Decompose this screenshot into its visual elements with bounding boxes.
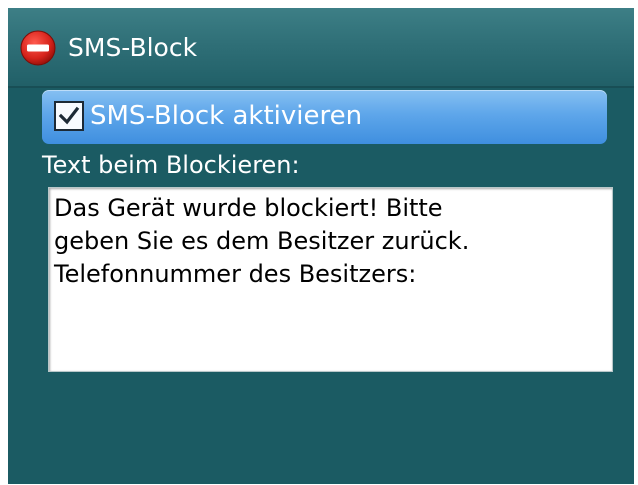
block-text-field[interactable]: Das Gerät wurde blockiert! Bitte geben S… bbox=[48, 187, 613, 372]
block-text-line: Telefonnummer des Besitzers: bbox=[54, 260, 417, 288]
app-screen: SMS-Block SMS-Block aktivieren Text beim… bbox=[8, 8, 634, 484]
app-title: SMS-Block bbox=[68, 33, 198, 62]
no-entry-icon bbox=[20, 30, 56, 66]
block-text-line: Das Gerät wurde blockiert! Bitte bbox=[54, 194, 443, 222]
activate-sms-block-label: SMS-Block aktivieren bbox=[90, 101, 363, 131]
block-text-line: geben Sie es dem Besitzer zurück. bbox=[54, 227, 470, 255]
title-bar: SMS-Block bbox=[8, 8, 634, 88]
block-text-label: Text beim Blockieren: bbox=[42, 151, 300, 179]
checkbox-checked-icon[interactable] bbox=[54, 101, 84, 131]
activate-sms-block-checkbox[interactable]: SMS-Block aktivieren bbox=[42, 90, 607, 144]
